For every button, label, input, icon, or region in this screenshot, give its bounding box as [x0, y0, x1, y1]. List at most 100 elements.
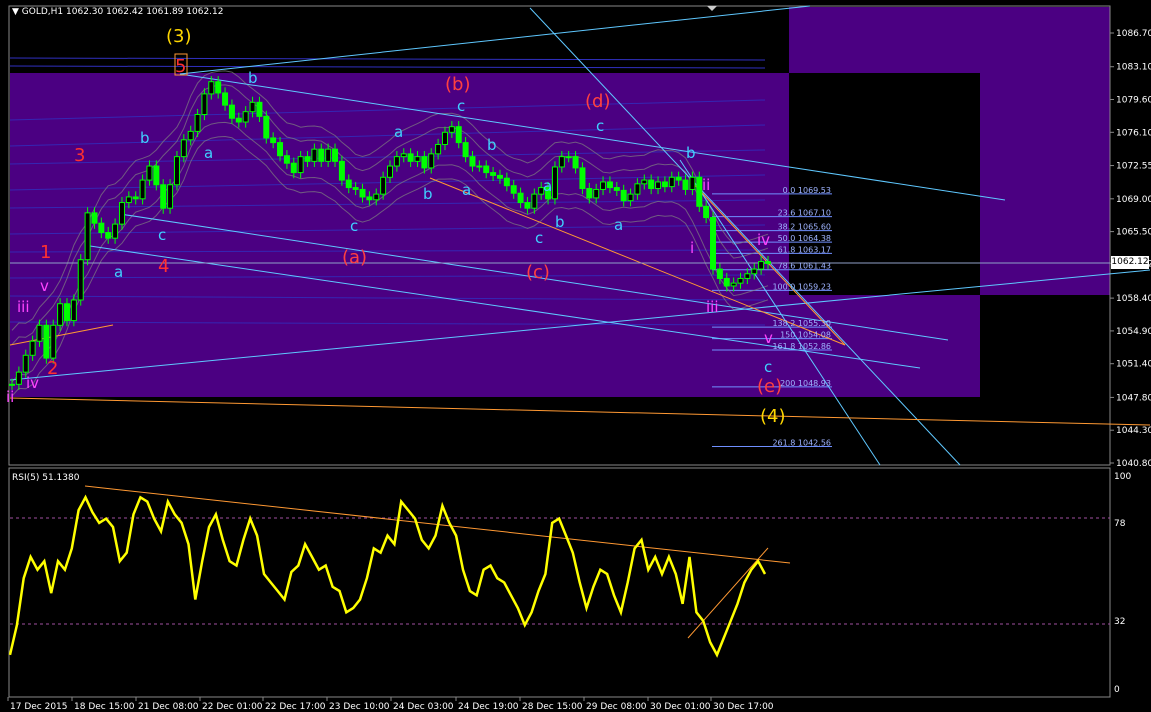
time-tick-label: 21 Dec 08:00 — [138, 702, 199, 712]
candle-body — [332, 148, 339, 162]
candle-body — [215, 81, 222, 94]
price-tick-label: 1069.00 — [1116, 195, 1151, 205]
fib-level-label: 78.6 1061.43 — [778, 262, 831, 271]
candle-body — [428, 153, 435, 169]
wave-label-3-major: (3) — [166, 26, 192, 47]
wave-label-cyan: c — [457, 97, 465, 115]
price-tick-label: 1083.10 — [1116, 63, 1151, 73]
wave-label-1: 1 — [40, 242, 51, 263]
candle-body — [256, 101, 263, 117]
candle-body — [710, 217, 717, 270]
time-tick-label: 24 Dec 19:00 — [458, 702, 519, 712]
fib-level-label: 150 1054.08 — [780, 331, 831, 340]
wave-label-magenta: v — [40, 277, 49, 295]
wave-label-cyan: c — [596, 117, 604, 135]
candle-body — [531, 193, 538, 209]
price-tick-label: 1051.40 — [1116, 360, 1151, 370]
candle-body — [510, 185, 517, 194]
wave-label-cyan: b — [555, 213, 565, 231]
candle-body — [325, 148, 332, 162]
wave-label-cyan: b — [423, 185, 433, 203]
candle-body — [758, 261, 765, 270]
candle-body — [558, 156, 565, 168]
candle-body — [270, 137, 277, 144]
wave-label-cyan: a — [114, 263, 123, 281]
time-tick-label: 22 Dec 17:00 — [265, 702, 326, 712]
rsi-pane-border — [8, 467, 1111, 698]
rsi-tick-label: 0 — [1114, 685, 1120, 695]
dropdown-icon[interactable]: ▼ — [12, 7, 19, 17]
price-tick-label: 1079.60 — [1116, 96, 1151, 106]
candle-body — [682, 179, 689, 190]
candle-body — [180, 139, 187, 158]
wave-label-3: 3 — [74, 145, 85, 166]
candle-body — [455, 126, 462, 144]
candle-body — [586, 188, 593, 199]
candle-body — [187, 130, 194, 141]
candle-body — [593, 188, 600, 199]
candle-body — [655, 181, 662, 190]
wave-label-cyan: b — [487, 136, 497, 154]
candle-body — [668, 176, 675, 188]
wave-label-cyan: a — [462, 181, 471, 199]
rsi-tick-label: 100 — [1114, 472, 1131, 482]
candle-body — [338, 160, 345, 181]
wave-label-e: (e) — [757, 376, 782, 397]
fib-level-label: 261.8 1042.56 — [772, 439, 831, 448]
candle-body — [572, 156, 579, 169]
fib-level-label: 0.0 1069.53 — [783, 186, 831, 195]
wave-label-cyan: b — [686, 144, 696, 162]
candle-body — [84, 212, 91, 261]
candle-body — [359, 188, 366, 198]
candle-body — [318, 148, 325, 162]
candle-body — [132, 196, 139, 200]
candle-body — [22, 354, 29, 373]
candle-body — [435, 143, 442, 155]
candle-body — [366, 196, 373, 201]
candle-body — [441, 131, 448, 145]
candle-body — [167, 184, 174, 209]
wave-label-cyan: a — [543, 177, 552, 195]
wave-label-d: (d) — [585, 91, 610, 112]
wave-label-4: 4 — [158, 256, 169, 277]
candle-body — [277, 142, 284, 157]
wave-label-magenta: iv — [757, 231, 770, 249]
candle-body — [290, 162, 297, 174]
candle-body — [283, 155, 290, 164]
price-tick-label: 1054.90 — [1116, 327, 1151, 337]
time-tick-label: 28 Dec 15:00 — [522, 702, 583, 712]
candle-body — [36, 324, 43, 342]
fib-level-label: 61.8 1063.17 — [778, 245, 831, 254]
candle-body — [380, 176, 387, 195]
candle-body — [524, 202, 531, 209]
candle-body — [551, 166, 558, 200]
fib-level-label: 50.0 1064.38 — [778, 234, 831, 243]
fib-level-label: 38.2 1065.60 — [778, 223, 831, 232]
wave-label-c: (c) — [526, 262, 550, 283]
candle-body — [125, 196, 132, 204]
candle-body — [476, 165, 483, 168]
candle-body — [57, 303, 64, 326]
price-tick-label: 1058.40 — [1116, 294, 1151, 304]
wave-label-2: 2 — [47, 358, 58, 379]
price-tick-label: 1065.50 — [1116, 228, 1151, 238]
candle-body — [517, 192, 524, 204]
candle-body — [63, 303, 70, 322]
wave-label-magenta: v — [764, 329, 773, 347]
candle-body — [648, 179, 655, 190]
candle-body — [139, 179, 146, 200]
candle-body — [400, 153, 407, 158]
wave-label-cyan: b — [140, 129, 150, 147]
candle-body — [579, 167, 586, 190]
time-tick-label: 17 Dec 2015 — [10, 702, 68, 712]
wave-label-magenta: i — [690, 239, 694, 257]
candle-body — [448, 126, 455, 133]
wave-label-cyan: c — [158, 226, 166, 244]
time-tick-label: 30 Dec 17:00 — [713, 702, 774, 712]
candle-body — [249, 101, 256, 113]
candle-body — [235, 117, 242, 123]
candle-body — [153, 165, 160, 186]
candle-body — [723, 277, 730, 287]
fib-level-label: 138.2 1055.30 — [772, 319, 831, 328]
candle-body — [304, 156, 311, 162]
